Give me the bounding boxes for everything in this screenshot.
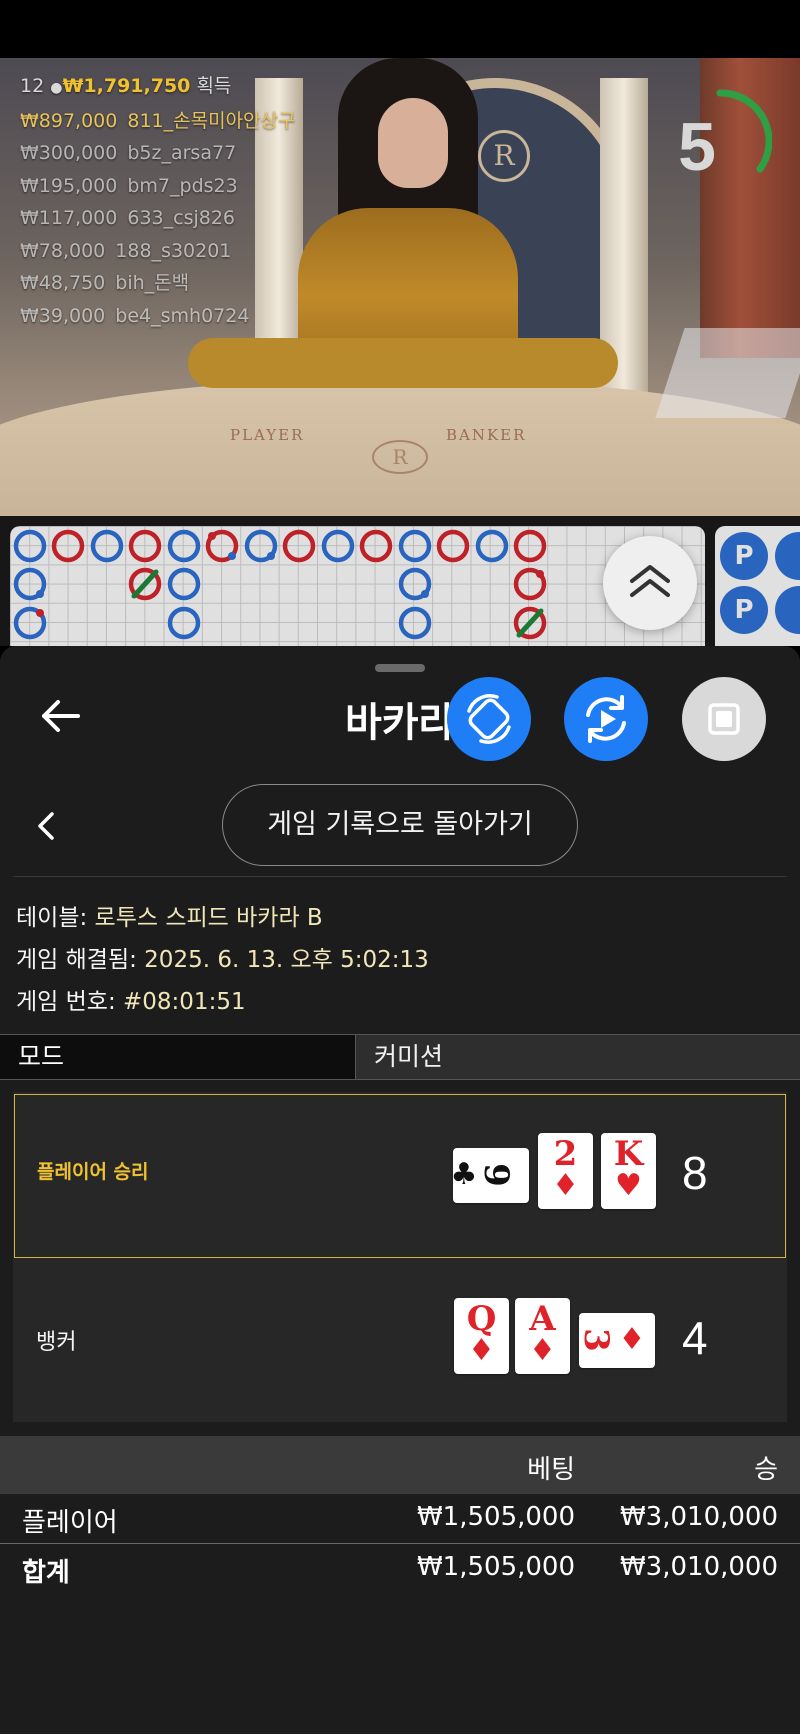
banker-card-2: A ♦ [515, 1298, 570, 1374]
banker-card-3: 3 ♦ [576, 1313, 655, 1368]
tab-commission[interactable]: 커미션 [355, 1035, 800, 1079]
bead-player: P [720, 586, 768, 634]
page-title: 바카라 [345, 700, 456, 746]
replay-button[interactable] [564, 677, 648, 761]
card-shoe [655, 328, 800, 418]
user-icon: ● [50, 80, 63, 96]
felt-banker-label: BANKER [446, 426, 527, 444]
game-number: #08:01:51 [123, 989, 246, 1015]
winner-row: ₩39,000 be4_smh0724 [20, 304, 250, 327]
replay-icon [586, 695, 626, 743]
chevron-left-icon[interactable] [30, 808, 62, 844]
player-score: 8 [682, 1147, 708, 1199]
winners-list: 12 ●₩1,791,750 획득 ₩897,000 811_손목미아안상구 ₩3… [20, 70, 296, 332]
winner-row: ₩195,000 bm7_pds23 [20, 174, 238, 197]
resolved-time: 2025. 6. 13. 오후 5:02:13 [144, 947, 429, 973]
big-road-marks [13, 529, 547, 640]
bead-partial [775, 586, 800, 634]
total-win: ₩3,010,000 [619, 1552, 778, 1582]
player-result: 플레이어 승리 [14, 1094, 786, 1258]
table-name: 로투스 스피드 바카라 B [94, 905, 323, 931]
bet-row-name: 플레이어 [22, 1508, 118, 1538]
stop-button[interactable] [682, 677, 766, 761]
big-road[interactable] [10, 526, 705, 646]
bead-partial [775, 532, 800, 580]
countdown-number: 5 [678, 109, 716, 185]
table-info: 테이블: 로투스 스피드 바카라 B [16, 905, 323, 931]
bet-row-win: ₩3,010,000 [619, 1502, 778, 1532]
bet-row-amount: ₩1,505,000 [416, 1502, 575, 1532]
winners-header: 12 ●₩1,791,750 획득 [20, 70, 296, 105]
rotate-view-button[interactable] [447, 677, 531, 761]
banker-result: 뱅커 [14, 1262, 786, 1426]
bead-road[interactable]: P P [715, 526, 800, 646]
sheet-grabber[interactable] [375, 664, 425, 672]
banker-result-label: 뱅커 [36, 1330, 77, 1355]
winner-row: ₩897,000 811_손목미아안상구 [20, 109, 296, 132]
dealer-face [378, 98, 448, 188]
tab-mode[interactable]: 모드 [0, 1035, 355, 1079]
player-card-3: K ♥ [601, 1133, 656, 1209]
total-label: 합계 [22, 1558, 70, 1588]
divider [13, 876, 787, 877]
divider [0, 1543, 800, 1544]
winner-row: ₩117,000 633_csj826 [20, 207, 236, 229]
back-to-history-button[interactable]: 게임 기록으로 돌아가기 [222, 784, 578, 866]
winner-row: ₩78,000 188_s30201 [20, 239, 232, 262]
felt-logo: R [372, 440, 428, 474]
stop-icon [708, 703, 740, 735]
player-card-1: ♣ 9 [451, 1148, 529, 1203]
rotate-icon [467, 694, 511, 744]
felt-player-label: PLAYER [230, 426, 305, 444]
player-card-2: 2 ♦ [538, 1133, 593, 1209]
expand-roadmap-button[interactable] [603, 536, 697, 630]
bead-player: P [720, 532, 768, 580]
crest-logo: R [478, 130, 530, 182]
banker-card-1: Q ♦ [454, 1298, 509, 1374]
dealer-arms [188, 338, 618, 388]
win-column-header: 승 [754, 1455, 778, 1485]
status-bar [0, 0, 800, 58]
double-chevron-up-icon [630, 565, 670, 597]
player-result-label: 플레이어 승리 [37, 1161, 149, 1183]
winners-total: ₩1,791,750 [62, 75, 191, 97]
tab-bar: 모드 커미션 [0, 1034, 800, 1080]
back-arrow-icon[interactable] [38, 692, 86, 740]
bets-header: 베팅 승 [0, 1436, 800, 1494]
winners-count: 12 [20, 75, 45, 97]
bet-column-header: 베팅 [527, 1455, 575, 1485]
winner-row: ₩48,750 bih_돈백 [20, 272, 190, 294]
total-bet: ₩1,505,000 [416, 1552, 575, 1582]
winner-row: ₩300,000 b5z_arsa77 [20, 142, 237, 164]
winners-suffix: 획득 [196, 75, 232, 97]
game-number-info: 게임 번호: #08:01:51 [16, 989, 246, 1015]
banker-score: 4 [682, 1312, 708, 1364]
resolved-info: 게임 해결됨: 2025. 6. 13. 오후 5:02:13 [16, 947, 429, 973]
